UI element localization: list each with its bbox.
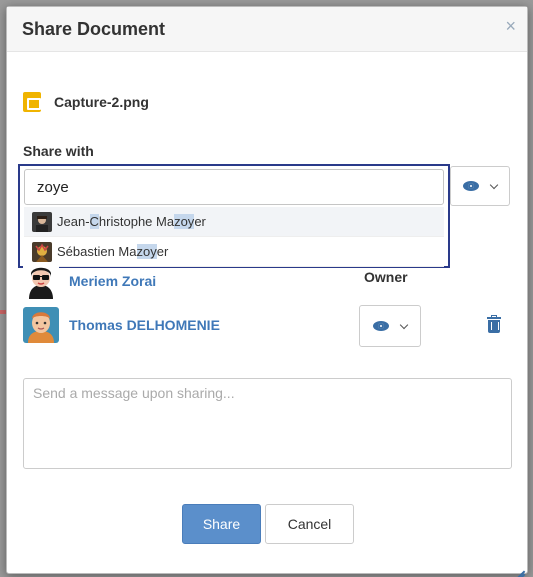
member-name[interactable]: Thomas DELHOMENIE bbox=[69, 317, 220, 333]
cancel-button[interactable]: Cancel bbox=[265, 504, 354, 544]
match-highlight: C bbox=[89, 214, 99, 229]
avatar bbox=[23, 307, 59, 343]
file-name: Capture-2.png bbox=[54, 94, 149, 110]
member-permission-dropdown[interactable] bbox=[359, 305, 421, 347]
owner-label: Owner bbox=[364, 269, 408, 285]
suggestion-text-part: er bbox=[156, 244, 169, 259]
member-row: Thomas DELHOMENIE bbox=[23, 307, 220, 343]
share-search-input[interactable] bbox=[24, 169, 444, 205]
message-textarea[interactable] bbox=[23, 378, 512, 469]
suggestion-text-part: Sébastien Ma bbox=[57, 244, 137, 259]
suggestion-text-part: Jean- bbox=[57, 214, 90, 229]
permission-dropdown-button[interactable] bbox=[450, 166, 510, 206]
avatar bbox=[23, 263, 59, 299]
suggestion-label: Sébastien Mazoyer bbox=[57, 244, 168, 259]
eye-icon bbox=[373, 321, 389, 331]
suggestion-text-part: hristophe Ma bbox=[98, 214, 175, 229]
member-row: Meriem Zorai bbox=[23, 263, 156, 299]
chevron-down-icon bbox=[489, 180, 499, 189]
trash-icon[interactable] bbox=[487, 315, 501, 333]
match-highlight: zoy bbox=[174, 214, 195, 229]
chevron-down-icon bbox=[399, 320, 409, 329]
suggestion-text-part: er bbox=[194, 214, 206, 229]
share-dialog: Share Document × Capture-2.png Share wit… bbox=[6, 6, 528, 574]
user-avatar-thumb bbox=[32, 241, 52, 262]
dialog-header: Share Document × bbox=[7, 7, 527, 52]
share-button[interactable]: Share bbox=[182, 504, 261, 544]
eye-icon bbox=[463, 181, 479, 191]
suggestion-list: Jean-Christophe Mazoyer Sébastien Mazoye… bbox=[24, 207, 444, 267]
share-typeahead: Jean-Christophe Mazoyer Sébastien Mazoye… bbox=[18, 164, 450, 268]
close-icon[interactable]: × bbox=[505, 17, 516, 35]
suggestion-item[interactable]: Jean-Christophe Mazoyer bbox=[24, 207, 444, 237]
resize-handle-icon[interactable] bbox=[509, 555, 525, 571]
dialog-title: Share Document bbox=[22, 19, 166, 39]
user-avatar-thumb bbox=[32, 211, 52, 232]
share-with-label: Share with bbox=[23, 143, 94, 159]
member-name[interactable]: Meriem Zorai bbox=[69, 273, 156, 289]
match-highlight: zoy bbox=[136, 244, 157, 259]
suggestion-label: Jean-Christophe Mazoyer bbox=[57, 214, 206, 229]
file-row: Capture-2.png bbox=[23, 91, 149, 113]
image-file-icon bbox=[23, 92, 41, 112]
